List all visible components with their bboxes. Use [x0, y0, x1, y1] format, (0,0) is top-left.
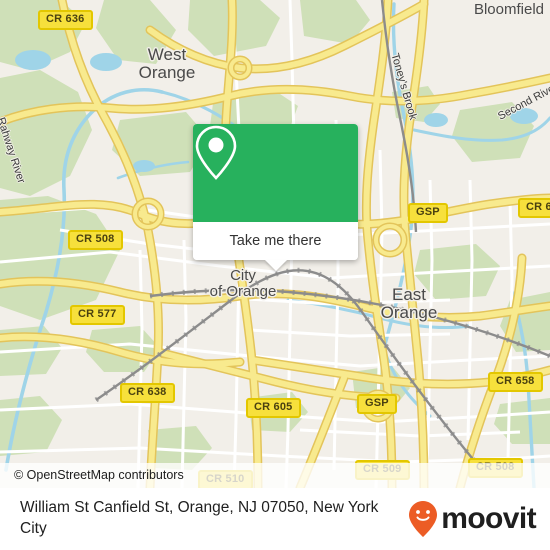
route-shield-cr508-west[interactable]: CR 508: [68, 230, 123, 250]
route-shield-cr677[interactable]: CR 677: [518, 198, 550, 218]
route-shield-cr605[interactable]: CR 605: [246, 398, 301, 418]
route-shield-gsp-south[interactable]: GSP: [357, 394, 397, 414]
map-pin-icon: [195, 125, 237, 180]
take-me-there-label: Take me there: [229, 233, 322, 249]
popup-image-area: [193, 124, 358, 222]
moovit-map-screenshot: West Orange Bloomfield City of Orange Ea…: [0, 0, 550, 550]
route-shield-cr577[interactable]: CR 577: [70, 305, 125, 325]
route-shield-cr636[interactable]: CR 636: [38, 10, 93, 30]
moovit-logo[interactable]: moovit: [408, 500, 537, 538]
destination-popup-card[interactable]: Take me there: [193, 124, 358, 271]
moovit-wordmark: moovit: [441, 502, 536, 535]
popup-pointer-tail: [264, 260, 287, 271]
route-shield-cr638[interactable]: CR 638: [120, 383, 175, 403]
route-shield-cr658[interactable]: CR 658: [488, 372, 543, 392]
address-text: William St Canfield St, Orange, NJ 07050…: [20, 499, 379, 537]
footer-bar: William St Canfield St, Orange, NJ 07050…: [0, 488, 550, 550]
map-canvas[interactable]: West Orange Bloomfield City of Orange Ea…: [0, 0, 550, 488]
osm-attribution[interactable]: © OpenStreetMap contributors: [0, 463, 550, 488]
take-me-there-button[interactable]: Take me there: [193, 222, 358, 271]
route-shield-gsp-north[interactable]: GSP: [408, 203, 448, 223]
moovit-smiley-pin-icon: [409, 501, 438, 537]
